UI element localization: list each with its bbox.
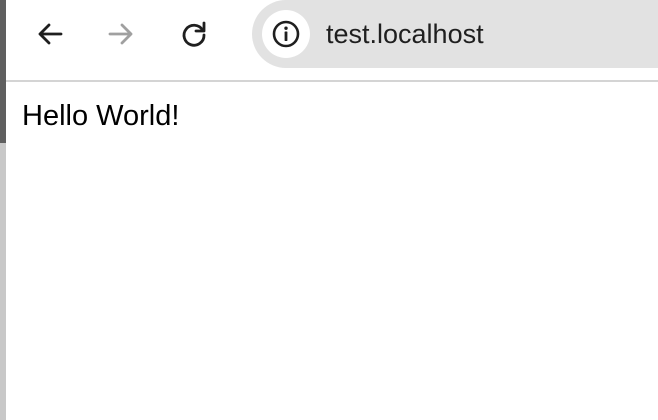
browser-toolbar: test.localhost [6, 0, 658, 80]
info-icon [272, 20, 300, 48]
arrow-left-icon [38, 23, 63, 45]
back-button[interactable] [30, 14, 70, 54]
url-text[interactable]: test.localhost [326, 16, 484, 52]
page-content: Hello World! [6, 82, 658, 420]
address-bar[interactable]: test.localhost [252, 0, 658, 68]
forward-button[interactable] [101, 14, 141, 54]
browser-window: test.localhost Hello World! [0, 0, 658, 420]
arrow-right-icon [108, 23, 133, 45]
reload-button[interactable] [174, 14, 214, 54]
page-body-text: Hello World! [22, 100, 180, 132]
site-info-button[interactable] [262, 10, 310, 58]
reload-icon [182, 21, 206, 47]
